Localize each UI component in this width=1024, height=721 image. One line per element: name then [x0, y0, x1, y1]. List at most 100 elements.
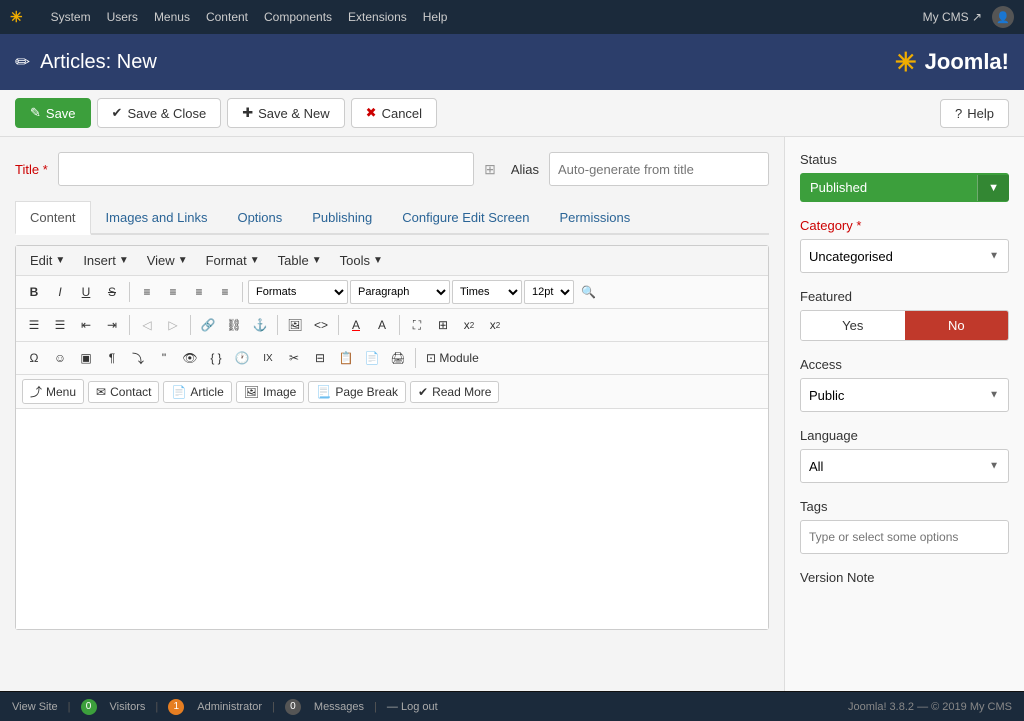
tab-content[interactable]: Content [15, 201, 91, 235]
bgcolor-button[interactable]: A [370, 313, 394, 337]
tab-images[interactable]: Images and Links [91, 201, 223, 235]
alias-input[interactable] [549, 152, 769, 186]
save-label: Save [46, 106, 76, 121]
unlink-button[interactable]: ⛓ [222, 313, 246, 337]
editor-body[interactable] [16, 409, 768, 629]
nonbreaking-button[interactable]: ¶ [100, 346, 124, 370]
find-button[interactable]: 🔍 [576, 280, 601, 304]
code-button[interactable]: <> [309, 313, 333, 337]
code2-button[interactable]: { } [204, 346, 228, 370]
module-button[interactable]: ⊡ Module [421, 346, 484, 370]
ordered-list-button[interactable]: ☰ [48, 313, 72, 337]
editor-menu-insert[interactable]: Insert ▼ [75, 250, 136, 271]
insert-readmore-button[interactable]: ✔ Read More [410, 381, 499, 403]
visitors-link[interactable]: Visitors [110, 701, 146, 713]
view-site-link[interactable]: View Site [12, 701, 58, 713]
link-button[interactable]: 🔗 [196, 313, 220, 337]
pastetext-button[interactable]: 📄 [360, 346, 384, 370]
access-select[interactable]: Public [800, 378, 1009, 412]
editor-menu-edit[interactable]: Edit ▼ [22, 250, 73, 271]
expand-icon[interactable]: ⊞ [484, 161, 496, 178]
emoticon-button[interactable]: ☺ [48, 346, 72, 370]
category-select[interactable]: Uncategorised [800, 239, 1009, 273]
pagebreak-button[interactable]: ⤵ [126, 346, 150, 370]
save-new-button[interactable]: ✚ Save & New [227, 98, 344, 128]
logout-link[interactable]: — Log out [387, 701, 438, 713]
tab-publishing[interactable]: Publishing [297, 201, 387, 235]
align-center-button[interactable]: ≡ [161, 280, 185, 304]
image-button[interactable]: 🖼 [283, 313, 307, 337]
help-button[interactable]: ? Help [940, 99, 1009, 128]
unordered-list-button[interactable]: ☰ [22, 313, 46, 337]
access-section: Access Public [800, 357, 1009, 412]
visualaid-button[interactable]: IX [256, 346, 280, 370]
featured-yes-button[interactable]: Yes [801, 311, 905, 340]
nav-users[interactable]: Users [107, 10, 138, 24]
status-arrow-icon[interactable]: ▼ [977, 175, 1009, 201]
font-select[interactable]: Times [452, 280, 522, 304]
editor-menu-view[interactable]: View ▼ [139, 250, 196, 271]
messages-link[interactable]: Messages [314, 701, 364, 713]
date-button[interactable]: 🕐 [230, 346, 254, 370]
align-left-button[interactable]: ≡ [135, 280, 159, 304]
cancel-button[interactable]: ✖ Cancel [351, 98, 437, 128]
user-avatar[interactable]: 👤 [992, 6, 1014, 28]
superscript-button[interactable]: x2 [483, 313, 507, 337]
indent-button[interactable]: ⇥ [100, 313, 124, 337]
paragraph-select[interactable]: Paragraph [350, 280, 450, 304]
tags-input[interactable] [800, 520, 1009, 554]
nav-extensions[interactable]: Extensions [348, 10, 407, 24]
preview-button[interactable]: 👁 [178, 346, 202, 370]
featured-toggle: Yes No [800, 310, 1009, 341]
language-select[interactable]: All [800, 449, 1009, 483]
cut-button[interactable]: ✂ [282, 346, 306, 370]
align-justify-button[interactable]: ≡ [213, 280, 237, 304]
copy-button[interactable]: ⊟ [308, 346, 332, 370]
editor-menu-tools[interactable]: Tools ▼ [332, 250, 391, 271]
tab-configure[interactable]: Configure Edit Screen [387, 201, 544, 235]
cms-link[interactable]: My CMS ↗ [923, 10, 982, 24]
underline-button[interactable]: U [74, 280, 98, 304]
formats-select[interactable]: Formats [248, 280, 348, 304]
insert-article-button[interactable]: 📄 Article [163, 381, 231, 403]
align-right-button[interactable]: ≡ [187, 280, 211, 304]
editor-menu-format[interactable]: Format ▼ [198, 250, 268, 271]
anchor-button[interactable]: ⚓ [248, 313, 272, 337]
outdent-button[interactable]: ⇤ [74, 313, 98, 337]
tab-permissions[interactable]: Permissions [544, 201, 645, 235]
insert-menu-button[interactable]: ⤴ Menu [22, 379, 84, 404]
status-select[interactable]: Published ▼ [800, 173, 1009, 202]
nav-components[interactable]: Components [264, 10, 332, 24]
title-input[interactable] [58, 152, 474, 186]
strikethrough-button[interactable]: S [100, 280, 124, 304]
nav-menus[interactable]: Menus [154, 10, 190, 24]
nav-help[interactable]: Help [423, 10, 448, 24]
table-insert-button[interactable]: ⊞ [431, 313, 455, 337]
fullscreen-button[interactable]: ⛶ [405, 313, 429, 337]
admin-link[interactable]: Administrator [197, 701, 262, 713]
save-button[interactable]: ✎ Save [15, 98, 91, 128]
italic-button[interactable]: I [48, 280, 72, 304]
insert-pagebreak-button[interactable]: 📃 Page Break [308, 381, 406, 403]
sep-8 [415, 348, 416, 368]
paste-button[interactable]: 📋 [334, 346, 358, 370]
undo-button[interactable]: ◁ [135, 313, 159, 337]
bold-button[interactable]: B [22, 280, 46, 304]
editor-menu-table[interactable]: Table ▼ [270, 250, 330, 271]
page-title: Articles: New [40, 51, 157, 74]
blockquote-button[interactable]: " [152, 346, 176, 370]
tab-options[interactable]: Options [222, 201, 297, 235]
special-char-button[interactable]: Ω [22, 346, 46, 370]
nav-content[interactable]: Content [206, 10, 248, 24]
fontcolor-button[interactable]: A [344, 313, 368, 337]
save-close-button[interactable]: ✔ Save & Close [97, 98, 222, 128]
print-button[interactable]: 🖨 [386, 346, 410, 370]
media-button[interactable]: ▣ [74, 346, 98, 370]
nav-system[interactable]: System [51, 10, 91, 24]
redo-button[interactable]: ▷ [161, 313, 185, 337]
featured-no-button[interactable]: No [905, 311, 1009, 340]
subscript-button[interactable]: x2 [457, 313, 481, 337]
insert-image-button[interactable]: 🖼 Image [236, 381, 305, 403]
insert-contact-button[interactable]: ✉ Contact [88, 381, 159, 403]
size-select[interactable]: 12pt [524, 280, 574, 304]
